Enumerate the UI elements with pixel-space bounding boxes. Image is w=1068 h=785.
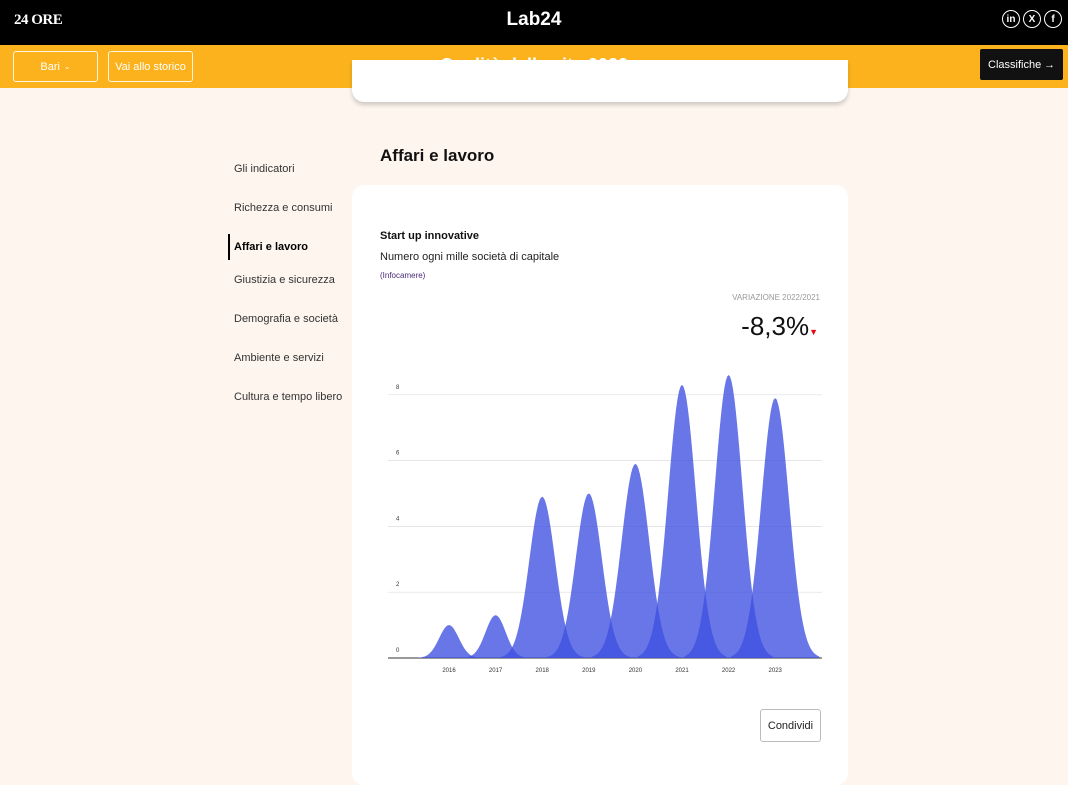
x-tick-label: 2021 xyxy=(675,668,689,674)
area-chart: 0 2 4 6 8 2016 2017 2018 2019 2020 2021 2022 2023 xyxy=(388,375,822,674)
x-icon[interactable]: X xyxy=(1023,10,1041,28)
x-tick-label: 2018 xyxy=(536,668,550,674)
x-tick-label: 2022 xyxy=(722,668,736,674)
y-tick-label: 6 xyxy=(396,451,400,457)
y-tick-label: 8 xyxy=(396,385,400,391)
previous-card xyxy=(352,60,848,102)
x-tick-label: 2023 xyxy=(769,668,783,674)
indicator-card: Start up innovative Numero ogni mille so… xyxy=(352,185,848,785)
x-tick-label: 2017 xyxy=(489,668,503,674)
y-tick-label: 0 xyxy=(396,648,400,654)
sidebar-item-ambiente[interactable]: Ambiente e servizi xyxy=(228,351,342,390)
sidebar-item-demografia[interactable]: Demografia e società xyxy=(228,312,342,351)
section-title: Affari e lavoro xyxy=(380,146,495,165)
sidebar-item-indicatori[interactable]: Gli indicatori xyxy=(228,162,342,201)
sidebar-item-cultura[interactable]: Cultura e tempo libero xyxy=(228,390,342,429)
x-tick-label: 2016 xyxy=(442,668,456,674)
share-button[interactable]: Condividi xyxy=(760,709,821,742)
arrow-right-icon: → xyxy=(1044,58,1055,71)
y-tick-label: 4 xyxy=(396,516,400,522)
area-peak-2016[interactable] xyxy=(417,625,481,658)
sidebar-item-giustizia[interactable]: Giustizia e sicurezza xyxy=(228,273,342,312)
rankings-button[interactable]: Classifiche → xyxy=(980,49,1063,80)
y-tick-label: 2 xyxy=(396,582,400,588)
social-links: in X f xyxy=(1002,10,1062,28)
lab24-logo[interactable]: Lab24 xyxy=(0,9,1068,31)
sidebar-item-affari[interactable]: Affari e lavoro xyxy=(228,234,342,260)
linkedin-icon[interactable]: in xyxy=(1002,10,1020,28)
facebook-icon[interactable]: f xyxy=(1044,10,1062,28)
sidebar-nav: Gli indicatori Richezza e consumi Affari… xyxy=(228,162,342,429)
x-tick-label: 2020 xyxy=(629,668,643,674)
chart-series xyxy=(417,375,820,658)
top-bar: 24 ORE Lab24 in X f xyxy=(0,0,1068,45)
x-tick-label: 2019 xyxy=(582,668,596,674)
rankings-label: Classifiche xyxy=(988,58,1042,71)
